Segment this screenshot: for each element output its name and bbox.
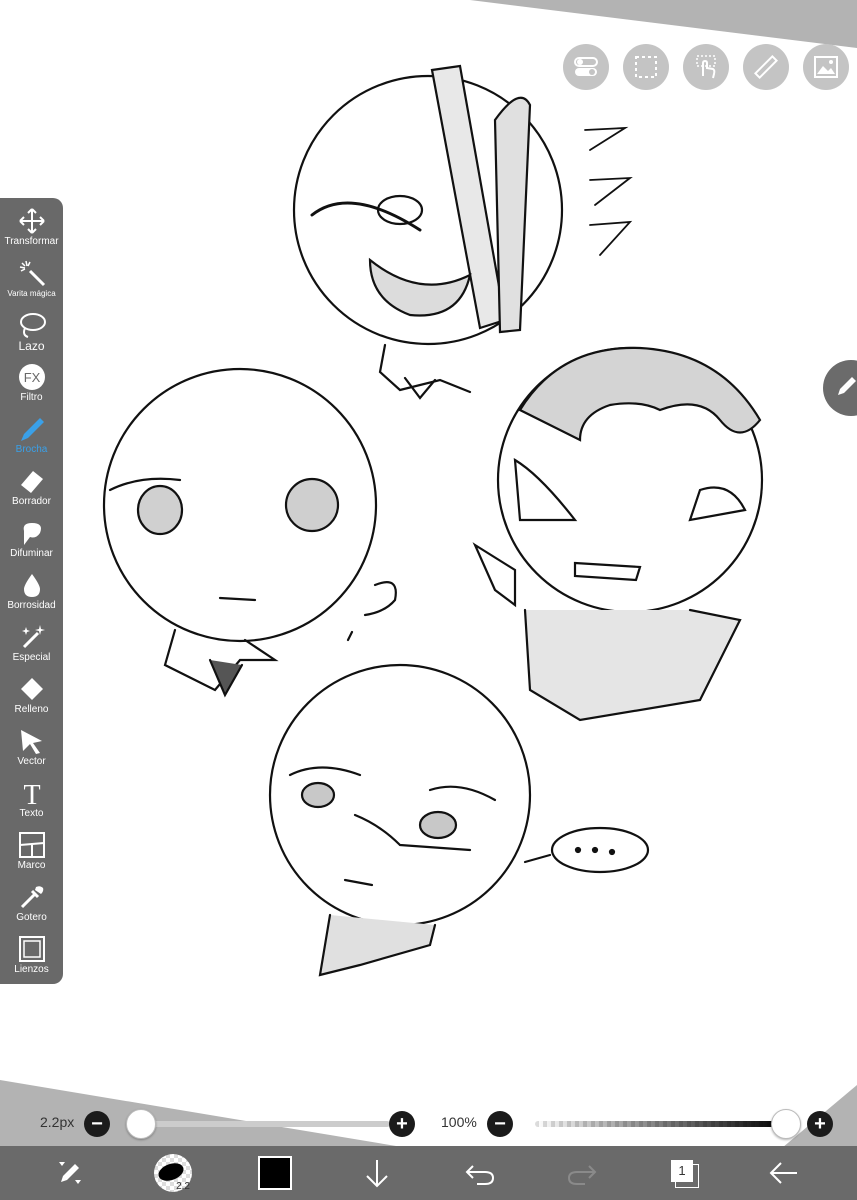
- selection-button[interactable]: [623, 44, 669, 90]
- tool-label: Borrosidad: [7, 600, 56, 611]
- touch-button[interactable]: [683, 44, 729, 90]
- paper-sheet: [0, 0, 857, 1200]
- canvas-area[interactable]: [0, 0, 857, 1200]
- image-button[interactable]: [803, 44, 849, 90]
- arrow-down-icon: [366, 1160, 388, 1188]
- brush-size-increase-button[interactable]: +: [389, 1111, 415, 1137]
- ruler-icon: [753, 54, 779, 80]
- touch-icon: [696, 55, 716, 79]
- plus-icon: +: [814, 1113, 826, 1135]
- ruler-button[interactable]: [743, 44, 789, 90]
- move-arrows-icon: [18, 208, 45, 234]
- tool-label: Lienzos: [14, 964, 49, 975]
- current-color-swatch: [258, 1156, 292, 1190]
- tool-varita-magica[interactable]: Varita mágica: [0, 256, 63, 307]
- brush-size-knob[interactable]: [126, 1109, 156, 1139]
- tool-label: Filtro: [20, 392, 43, 403]
- opacity-knob[interactable]: [771, 1109, 801, 1139]
- eraser-icon: [20, 471, 43, 493]
- smudge-icon: [23, 523, 41, 545]
- brush-size-slider[interactable]: [140, 1121, 390, 1127]
- drawing-canvas[interactable]: [0, 0, 857, 1200]
- tool-relleno[interactable]: Relleno: [0, 672, 63, 723]
- tool-label: Transformar: [4, 236, 59, 247]
- tool-label: Varita mágica: [7, 289, 56, 298]
- tool-difuminar[interactable]: Difuminar: [0, 516, 63, 567]
- undo-button[interactable]: [452, 1146, 508, 1200]
- tool-brocha[interactable]: Brocha: [0, 412, 63, 463]
- text-icon: T: [23, 780, 40, 807]
- tool-lazo[interactable]: Lazo: [0, 308, 63, 359]
- bottom-toolbar: 2.2 1: [0, 1146, 857, 1200]
- brush-swap-icon: [59, 1162, 81, 1184]
- tool-label: Marco: [17, 860, 46, 871]
- tool-filtro[interactable]: FX Filtro: [0, 360, 63, 411]
- opacity-value: 100%: [441, 1114, 477, 1130]
- tool-label: Brocha: [15, 444, 48, 455]
- slider-row: 2.2px − + 100% − +: [0, 1102, 857, 1146]
- svg-text:FX: FX: [23, 370, 40, 385]
- opacity-slider[interactable]: [535, 1121, 785, 1127]
- tool-label: Texto: [19, 808, 44, 819]
- tool-label: Gotero: [16, 912, 47, 923]
- lasso-icon: [19, 313, 46, 338]
- tool-vector[interactable]: Vector: [0, 724, 63, 775]
- tool-label: Difuminar: [10, 548, 53, 559]
- opacity-increase-button[interactable]: +: [807, 1111, 833, 1137]
- tool-borrador[interactable]: Borrador: [0, 464, 63, 515]
- tool-borrosidad[interactable]: Borrosidad: [0, 568, 63, 619]
- svg-text:T: T: [23, 780, 40, 807]
- brush-size-decrease-button[interactable]: −: [84, 1111, 110, 1137]
- tool-transformar[interactable]: Transformar: [0, 204, 63, 255]
- selection-icon: [635, 56, 657, 78]
- tool-sidebar: Transformar Varita mágica Lazo FX Filtro…: [0, 198, 63, 984]
- quick-menu-button[interactable]: [42, 1146, 98, 1200]
- minus-icon: −: [494, 1113, 506, 1135]
- special-sparkle-icon: [21, 625, 45, 649]
- image-icon: [814, 56, 838, 78]
- layers-button[interactable]: 1: [656, 1146, 712, 1200]
- download-button[interactable]: [349, 1146, 405, 1200]
- brush-preset-button[interactable]: 2.2: [145, 1146, 201, 1200]
- tool-label: Relleno: [14, 704, 49, 715]
- tool-texto[interactable]: T Texto: [0, 776, 63, 827]
- brush-icon: [20, 418, 44, 441]
- eyedropper-icon: [20, 886, 43, 909]
- redo-icon: [567, 1165, 597, 1185]
- minus-icon: −: [91, 1113, 103, 1135]
- plus-icon: +: [396, 1113, 408, 1135]
- brush-badge: 2.2: [176, 1181, 190, 1192]
- brush-size-value: 2.2px: [40, 1114, 75, 1130]
- tool-marco[interactable]: Marco: [0, 828, 63, 879]
- pencil-icon: [838, 377, 856, 395]
- redo-button[interactable]: [554, 1146, 610, 1200]
- vector-arrow-icon: [20, 730, 42, 754]
- blur-drop-icon: [23, 574, 40, 597]
- tool-lienzos[interactable]: Lienzos: [0, 932, 63, 983]
- tool-label: Vector: [17, 756, 46, 767]
- back-button[interactable]: [756, 1146, 812, 1200]
- fill-bucket-icon: [20, 678, 43, 700]
- color-button[interactable]: [247, 1146, 303, 1200]
- undo-icon: [465, 1165, 495, 1185]
- layer-count: 1: [671, 1160, 693, 1182]
- tool-gotero[interactable]: Gotero: [0, 880, 63, 931]
- opacity-decrease-button[interactable]: −: [487, 1111, 513, 1137]
- magic-wand-icon: [19, 260, 45, 287]
- tool-label: Lazo: [18, 339, 45, 353]
- toggle-button[interactable]: [563, 44, 609, 90]
- brush-preview: 2.2: [154, 1154, 192, 1192]
- frame-icon: [18, 832, 45, 858]
- canvas-icon: [18, 936, 45, 962]
- toggle-icon: [574, 57, 598, 76]
- tool-label: Especial: [12, 652, 51, 663]
- fx-icon: FX: [18, 364, 45, 390]
- layers-icon: 1: [669, 1158, 699, 1188]
- tool-label: Borrador: [12, 496, 51, 507]
- tool-especial[interactable]: Especial: [0, 620, 63, 671]
- arrow-left-icon: [769, 1162, 797, 1184]
